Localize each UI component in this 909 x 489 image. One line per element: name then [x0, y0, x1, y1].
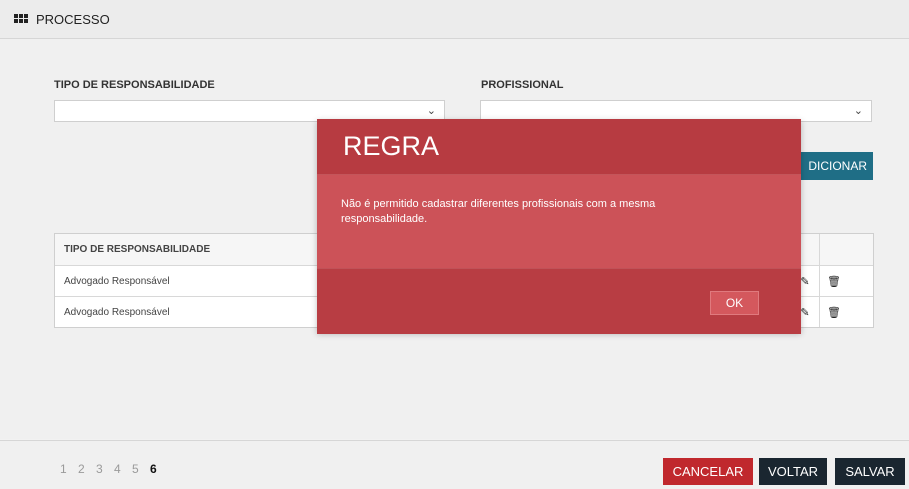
ok-button[interactable]: OK — [710, 291, 759, 315]
dialog-title: REGRA — [343, 131, 440, 161]
dialog-message: Não é permitido cadastrar diferentes pro… — [341, 198, 656, 225]
dialog-header: REGRA — [317, 119, 801, 175]
dialog-footer: OK — [317, 268, 801, 334]
rule-dialog: REGRA Não é permitido cadastrar diferent… — [317, 119, 801, 334]
dialog-body: Não é permitido cadastrar diferentes pro… — [317, 175, 801, 268]
